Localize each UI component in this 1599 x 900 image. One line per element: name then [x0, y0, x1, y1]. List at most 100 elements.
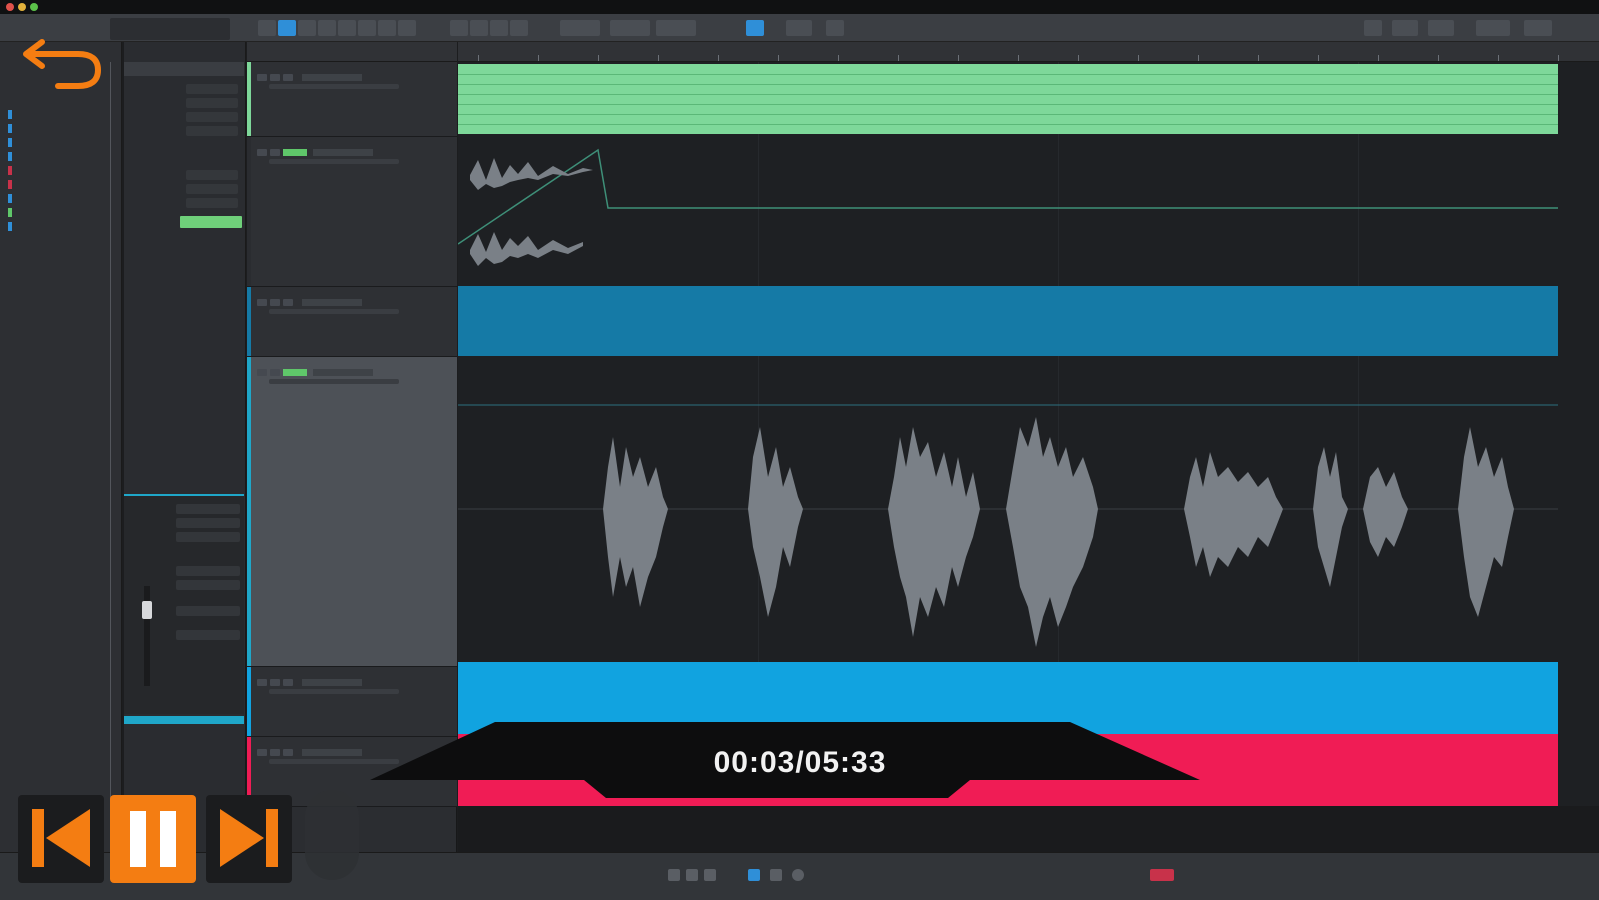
- record-arm-button[interactable]: [283, 369, 307, 376]
- track-name-field[interactable]: [302, 299, 362, 306]
- previous-button[interactable]: [18, 795, 104, 883]
- track-volume-slider[interactable]: [269, 84, 399, 89]
- rewind-button[interactable]: [668, 869, 680, 881]
- track-volume-slider[interactable]: [269, 309, 399, 314]
- track-header-selected[interactable]: [247, 357, 457, 667]
- mute-button[interactable]: [257, 679, 267, 686]
- track-name-field[interactable]: [302, 74, 362, 81]
- mute-button[interactable]: [257, 74, 267, 81]
- solo-button[interactable]: [270, 749, 280, 756]
- track-list-item[interactable]: [8, 166, 18, 176]
- instrument-clip[interactable]: [458, 64, 1558, 134]
- inspector-value-field[interactable]: [186, 98, 238, 108]
- play-button[interactable]: [770, 869, 782, 881]
- track-list-item[interactable]: [8, 110, 18, 120]
- track-header[interactable]: [247, 62, 457, 137]
- maximize-window-button[interactable]: [30, 3, 38, 11]
- track-name-field[interactable]: [302, 749, 362, 756]
- record-button[interactable]: [283, 679, 293, 686]
- toolbar-button[interactable]: [1524, 20, 1552, 36]
- record-button[interactable]: [792, 869, 804, 881]
- record-button[interactable]: [283, 74, 293, 81]
- track-name-field[interactable]: [302, 679, 362, 686]
- toolbar-button[interactable]: [490, 20, 508, 36]
- toolbar-button[interactable]: [1392, 20, 1418, 36]
- pause-button[interactable]: [110, 795, 196, 883]
- track-list-item[interactable]: [8, 180, 18, 190]
- record-arm-button[interactable]: [283, 149, 307, 156]
- track-list-item[interactable]: [8, 138, 18, 148]
- mute-button[interactable]: [257, 369, 267, 376]
- track-header[interactable]: [247, 287, 457, 357]
- record-button[interactable]: [283, 299, 293, 306]
- solo-button[interactable]: [270, 369, 280, 376]
- track-list-item[interactable]: [8, 124, 18, 134]
- listen-tool-button[interactable]: [398, 20, 416, 36]
- bend-tool-button[interactable]: [378, 20, 396, 36]
- send-slot[interactable]: [176, 580, 240, 590]
- track-volume-slider[interactable]: [269, 379, 399, 384]
- toolbar-button[interactable]: [510, 20, 528, 36]
- loop-button[interactable]: [748, 869, 760, 881]
- automation-curve[interactable]: [458, 148, 1558, 245]
- inspector-value-field[interactable]: [186, 198, 238, 208]
- snap-dropdown[interactable]: [560, 20, 600, 36]
- send-slot[interactable]: [176, 630, 240, 640]
- range-tool-button[interactable]: [278, 20, 296, 36]
- audio-clip-blue[interactable]: [458, 286, 1558, 356]
- solo-button[interactable]: [270, 74, 280, 81]
- mute-tool-button[interactable]: [358, 20, 376, 36]
- track-list-item[interactable]: [8, 208, 18, 218]
- track-volume-slider[interactable]: [269, 159, 399, 164]
- mute-button[interactable]: [257, 149, 267, 156]
- mute-button[interactable]: [257, 749, 267, 756]
- next-button[interactable]: [206, 795, 292, 883]
- track-name-field[interactable]: [313, 369, 373, 376]
- snap-toggle-button[interactable]: [746, 20, 764, 36]
- track-list-item[interactable]: [8, 194, 18, 204]
- mute-button[interactable]: [257, 299, 267, 306]
- stop-button[interactable]: [704, 869, 716, 881]
- solo-button[interactable]: [270, 299, 280, 306]
- timebase-dropdown[interactable]: [610, 20, 650, 36]
- record-button[interactable]: [283, 749, 293, 756]
- toolbar-button[interactable]: [1476, 20, 1510, 36]
- minimize-window-button[interactable]: [18, 3, 26, 11]
- timeline-ruler[interactable]: [458, 42, 1599, 62]
- forward-button[interactable]: [686, 869, 698, 881]
- track-header[interactable]: [247, 137, 457, 287]
- quantize-dropdown[interactable]: [656, 20, 696, 36]
- volume-fader-handle[interactable]: [142, 601, 152, 619]
- inspector-value-field[interactable]: [186, 126, 238, 136]
- inspector-value-field[interactable]: [186, 112, 238, 122]
- solo-button[interactable]: [270, 679, 280, 686]
- track-volume-slider[interactable]: [269, 689, 399, 694]
- track-name-field[interactable]: [313, 149, 373, 156]
- send-slot[interactable]: [176, 566, 240, 576]
- automation-toggle[interactable]: [180, 216, 242, 228]
- inspector-value-field[interactable]: [186, 84, 238, 94]
- inspector-value-field[interactable]: [186, 170, 238, 180]
- insert-slot[interactable]: [176, 532, 240, 542]
- toolbar-button[interactable]: [1428, 20, 1454, 36]
- toolbar-button[interactable]: [786, 20, 812, 36]
- close-window-button[interactable]: [6, 3, 14, 11]
- track-list-item[interactable]: [8, 152, 18, 162]
- vocal-waveform-lane[interactable]: [458, 357, 1599, 662]
- eraser-tool-button[interactable]: [318, 20, 336, 36]
- toolbar-button[interactable]: [826, 20, 844, 36]
- playhead-cursor[interactable]: [110, 62, 111, 802]
- track-list-item[interactable]: [8, 222, 18, 232]
- toolbar-button[interactable]: [450, 20, 468, 36]
- inspector-value-field[interactable]: [186, 184, 238, 194]
- automation-lane[interactable]: [458, 140, 1599, 290]
- split-tool-button[interactable]: [298, 20, 316, 36]
- toolbar-button[interactable]: [1364, 20, 1382, 36]
- toolbar-button[interactable]: [470, 20, 488, 36]
- insert-slot[interactable]: [176, 504, 240, 514]
- arrow-tool-button[interactable]: [258, 20, 276, 36]
- paint-tool-button[interactable]: [338, 20, 356, 36]
- undo-arrow-icon[interactable]: [18, 30, 108, 94]
- solo-button[interactable]: [270, 149, 280, 156]
- send-slot[interactable]: [176, 606, 240, 616]
